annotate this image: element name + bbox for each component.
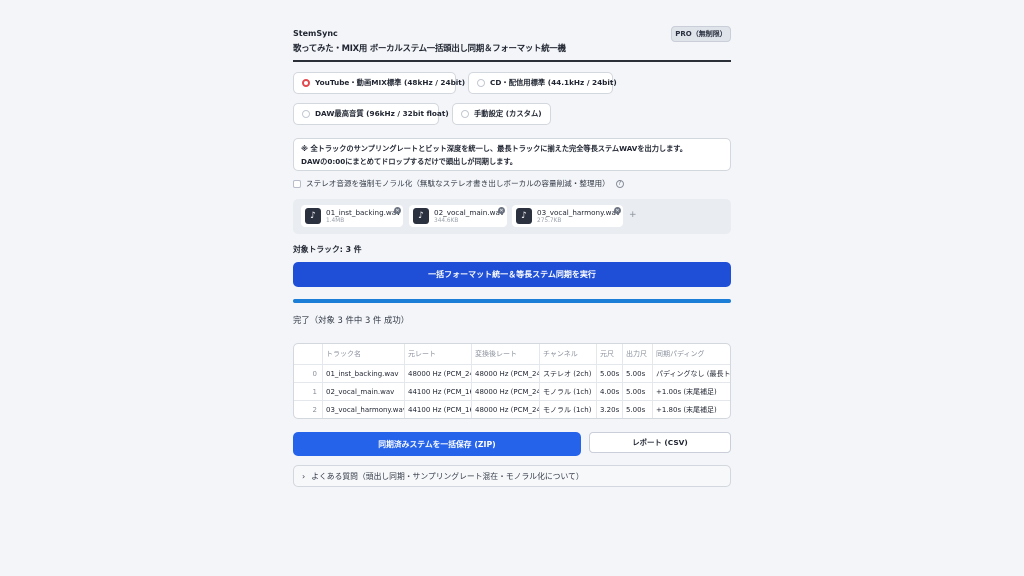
pro-badge: PRO（無制限） [671, 26, 731, 42]
results-table: トラック名 元レート 変換後レート チャンネル 元尺 出力尺 同期パディング 0… [293, 343, 731, 419]
header-divider [293, 60, 731, 62]
table-cell: 48000 Hz (PCM_24) [408, 370, 471, 378]
mono-option[interactable]: ステレオ音源を強制モノラル化（無駄なステレオ書き出しボーカルの容量削減・整理用）… [293, 178, 624, 189]
table-cell: モノラル (1ch) [543, 406, 592, 414]
table-cell: 4.00s [600, 388, 620, 396]
remove-file-icon[interactable]: ✕ [498, 207, 505, 214]
header-cell [294, 345, 322, 363]
header-cell[interactable]: 元尺 [596, 345, 622, 363]
table-cell: +1.80s (末尾補足) [656, 406, 717, 414]
radio-icon[interactable] [302, 110, 310, 118]
table-cell: 48000 Hz (PCM_24) [475, 388, 539, 396]
preset-custom[interactable]: 手動設定 (カスタム) [452, 103, 551, 125]
info-note: ※ 全トラックのサンプリングレートとビット深度を統一し、最長トラックに揃えた完全… [293, 138, 731, 171]
table-cell: 44100 Hz (PCM_16) [408, 406, 471, 414]
header-cell[interactable]: 変換後レート [471, 345, 539, 363]
file-chip: ♪ 01_inst_backing.wav 1.4MB ✕ [301, 205, 403, 227]
music-note-icon: ♪ [413, 208, 429, 224]
table-cell: 02_vocal_main.wav [326, 388, 395, 396]
table-cell: パディングなし (最長トラック) [656, 370, 731, 378]
music-note-icon: ♪ [305, 208, 321, 224]
file-chip: ♪ 03_vocal_harmony.wav 275.7KB ✕ [512, 205, 623, 227]
progress-bar [293, 299, 731, 303]
faq-accordion[interactable]: › よくある質問（頭出し同期・サンプリングレート混在・モノラル化について） [293, 465, 731, 487]
preset-daw[interactable]: DAW最高音質 (96kHz / 32bit float) [293, 103, 449, 125]
preset-youtube[interactable]: YouTube・動画MIX標準 (48kHz / 24bit) [293, 72, 465, 94]
table-row: 2 03_vocal_harmony.wav 44100 Hz (PCM_16)… [294, 400, 730, 418]
music-note-icon: ♪ [516, 208, 532, 224]
status-text: 完了（対象 3 件中 3 件 成功） [293, 315, 410, 325]
header-cell[interactable]: 出力尺 [622, 345, 652, 363]
row-index: 2 [312, 406, 317, 414]
table-cell: 3.20s [600, 406, 620, 414]
file-size: 1.4MB [326, 217, 345, 224]
file-size: 275.7KB [537, 217, 562, 224]
save-zip-button[interactable]: 同期済みステムを一括保存 (ZIP) [293, 432, 581, 456]
table-cell: 44100 Hz (PCM_16) [408, 388, 471, 396]
radio-selected-icon[interactable] [302, 79, 310, 87]
table-cell: 5.00s [626, 406, 646, 414]
file-name: 01_inst_backing.wav [326, 207, 401, 217]
add-file-icon[interactable]: + [629, 210, 637, 220]
file-chip: ♪ 02_vocal_main.wav 344.6KB ✕ [409, 205, 507, 227]
table-row: 0 01_inst_backing.wav 48000 Hz (PCM_24) … [294, 364, 730, 383]
preset-label: 手動設定 (カスタム) [474, 109, 542, 118]
progress-fill [293, 299, 731, 303]
table-cell: 48000 Hz (PCM_24) [475, 370, 539, 378]
row-index: 0 [312, 370, 317, 378]
note-line-1: ※ 全トラックのサンプリングレートとビット深度を統一し、最長トラックに揃えた完全… [301, 144, 687, 153]
header-cell[interactable]: 同期パディング [652, 345, 730, 363]
run-sync-button[interactable]: 一括フォーマット統一＆等長ステム同期を実行 [293, 262, 731, 287]
table-row: 1 02_vocal_main.wav 44100 Hz (PCM_16) 48… [294, 382, 730, 401]
preset-label: YouTube・動画MIX標準 (48kHz / 24bit) [315, 78, 466, 87]
file-name: 03_vocal_harmony.wav [537, 207, 621, 217]
table-cell: 01_inst_backing.wav [326, 370, 399, 378]
app-name: StemSync [293, 29, 338, 38]
table-cell: 48000 Hz (PCM_24) [475, 406, 539, 414]
row-index: 1 [312, 388, 317, 396]
header-cell[interactable]: 元レート [404, 345, 471, 363]
chevron-right-icon: › [302, 471, 306, 481]
mono-label: ステレオ音源を強制モノラル化（無駄なステレオ書き出しボーカルの容量削減・整理用） [306, 179, 610, 188]
header-cell[interactable]: チャンネル [539, 345, 596, 363]
faq-label: よくある質問（頭出し同期・サンプリングレート混在・モノラル化について） [311, 471, 584, 481]
table-cell: ステレオ (2ch) [543, 370, 592, 378]
table-cell: 5.00s [626, 388, 646, 396]
preset-cd[interactable]: CD・配信用標準 (44.1kHz / 24bit) [468, 72, 617, 94]
table-cell: 03_vocal_harmony.wav [326, 406, 404, 414]
radio-icon[interactable] [461, 110, 469, 118]
table-cell: モノラル (1ch) [543, 388, 592, 396]
report-csv-button[interactable]: レポート (CSV) [589, 432, 731, 453]
table-header: トラック名 元レート 変換後レート チャンネル 元尺 出力尺 同期パディング [294, 345, 730, 363]
mono-checkbox[interactable] [293, 179, 301, 188]
remove-file-icon[interactable]: ✕ [614, 207, 621, 214]
header-cell[interactable]: トラック名 [322, 345, 404, 363]
preset-label: DAW最高音質 (96kHz / 32bit float) [315, 109, 449, 118]
note-line-2: DAWの0:00にまとめてドロップするだけで頭出しが同期します。 [301, 156, 517, 166]
preset-label: CD・配信用標準 (44.1kHz / 24bit) [490, 78, 617, 87]
table-cell: 5.00s [626, 370, 646, 378]
file-size: 344.6KB [434, 217, 459, 224]
help-icon[interactable]: ? [615, 179, 624, 188]
file-upload-area[interactable]: ♪ 01_inst_backing.wav 1.4MB ✕ ♪ 02_vocal… [293, 199, 731, 234]
file-name: 02_vocal_main.wav [434, 207, 505, 217]
app-subtitle: 歌ってみた・MIX用 ボーカルステム一括頭出し同期＆フォーマット統一機 [293, 43, 566, 53]
target-track-count: 対象トラック: 3 件 [293, 245, 362, 254]
radio-icon[interactable] [477, 79, 485, 87]
remove-file-icon[interactable]: ✕ [394, 207, 401, 214]
table-cell: +1.00s (末尾補足) [656, 388, 717, 396]
table-cell: 5.00s [600, 370, 620, 378]
